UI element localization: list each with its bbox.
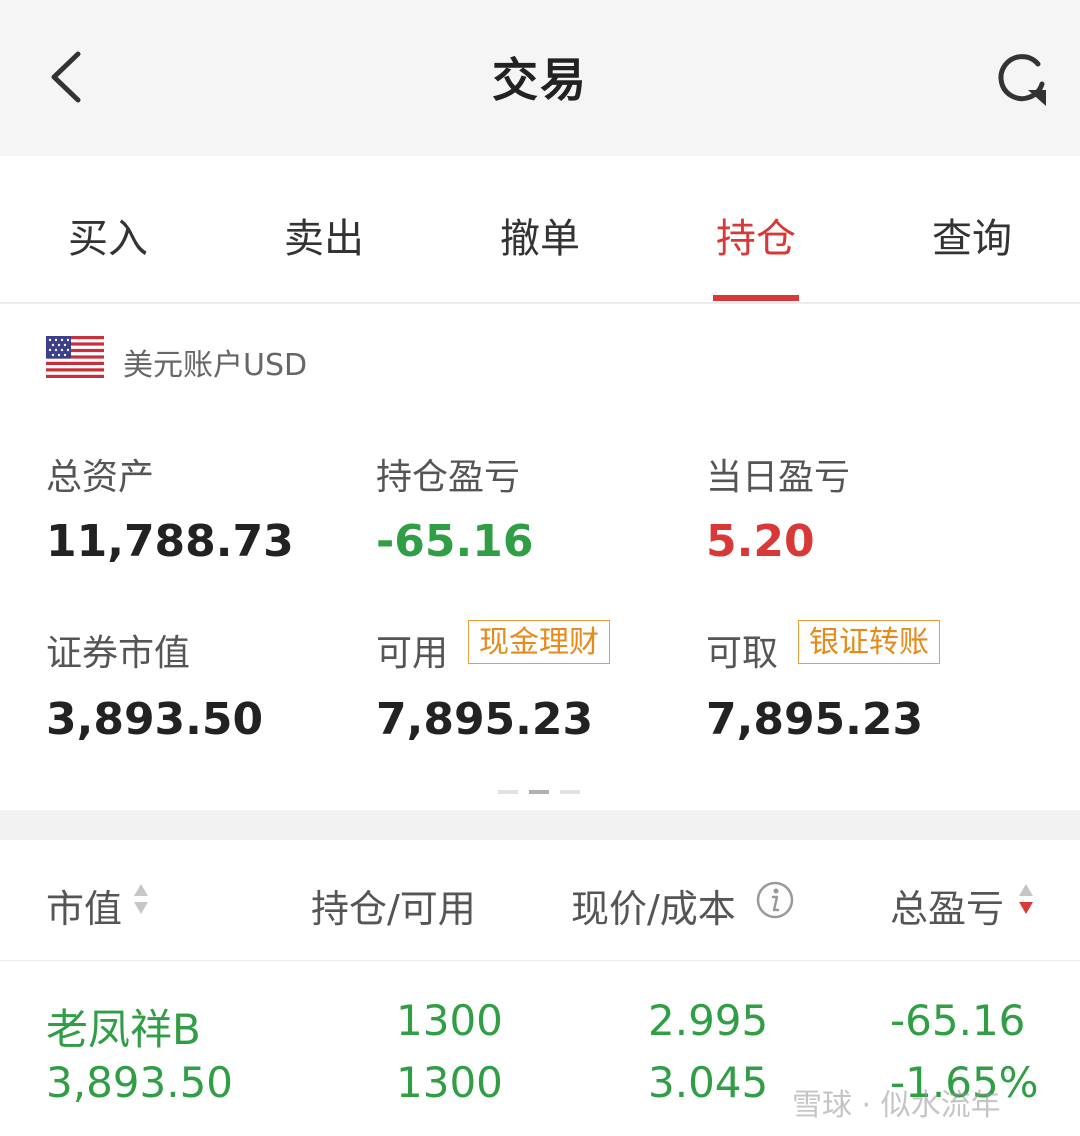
stock-name: 老凤祥B [46, 1005, 201, 1054]
tab-cancel-order[interactable]: 撤单 [432, 206, 648, 264]
available-value: 7,895.23 [376, 694, 594, 745]
position-pl-label: 持仓盈亏 [376, 457, 521, 498]
securities-value-label: 证券市值 [46, 633, 191, 674]
position-pl-value: -65.16 [376, 516, 534, 567]
column-market-value-label: 市值 [46, 887, 123, 931]
column-total-pl[interactable]: 总盈亏 [890, 878, 1004, 933]
refresh-button[interactable] [994, 50, 1052, 108]
page-dot [498, 790, 518, 794]
us-flag-icon [46, 336, 104, 378]
column-position-available[interactable]: 持仓/可用 [311, 878, 476, 933]
withdrawable-label: 可取 [706, 633, 779, 674]
tab-query[interactable]: 查询 [864, 206, 1080, 264]
bank-transfer-button[interactable]: 银证转账 [798, 620, 940, 664]
sort-icon[interactable] [133, 882, 149, 918]
page-dot-active [529, 790, 549, 794]
tab-sell[interactable]: 卖出 [216, 206, 432, 264]
withdrawable-value: 7,895.23 [706, 694, 924, 745]
total-assets-value: 11,788.73 [46, 516, 294, 567]
column-market-value[interactable]: 市值 [46, 878, 122, 933]
column-price-cost[interactable]: 现价/成本 [571, 878, 736, 933]
page-dot [560, 790, 580, 794]
stock-market-value: 3,893.50 [46, 1058, 234, 1107]
stock-position: 1300 [396, 996, 503, 1045]
info-icon[interactable] [755, 880, 795, 920]
stock-available: 1300 [396, 1058, 503, 1107]
account-summary: 美元账户USD 总资产 11,788.73 持仓盈亏 -65.16 当日盈亏 5… [0, 304, 1080, 810]
holdings-table-header: 市值 持仓/可用 现价/成本 总盈亏 [0, 840, 1080, 961]
available-label: 可用 [376, 633, 449, 674]
tab-positions[interactable]: 持仓 [648, 206, 864, 264]
securities-value-amount: 3,893.50 [46, 694, 264, 745]
column-price-cost-label: 现价/成本 [571, 887, 736, 931]
page-title: 交易 [492, 53, 588, 107]
watermark: 雪球 · 似水流年 [792, 1088, 1001, 1123]
active-tab-indicator [713, 295, 799, 301]
daily-pl-value: 5.20 [706, 516, 815, 567]
stock-total-pl: -65.16 [890, 996, 1026, 1045]
column-total-pl-label: 总盈亏 [890, 887, 1005, 931]
section-divider [0, 810, 1080, 840]
stock-cost: 3.045 [648, 1058, 769, 1107]
trade-tabs: 买入 卖出 撤单 持仓 查询 [0, 156, 1080, 304]
cash-management-button[interactable]: 现金理财 [468, 620, 610, 664]
total-assets-label: 总资产 [46, 457, 155, 498]
account-label: 美元账户USD [123, 348, 308, 383]
refresh-icon [998, 54, 1046, 106]
tab-buy[interactable]: 买入 [0, 206, 216, 264]
top-bar: 交易 [0, 0, 1080, 156]
daily-pl-label: 当日盈亏 [706, 457, 851, 498]
stock-current-price: 2.995 [648, 996, 769, 1045]
sort-desc-icon[interactable] [1017, 882, 1035, 918]
